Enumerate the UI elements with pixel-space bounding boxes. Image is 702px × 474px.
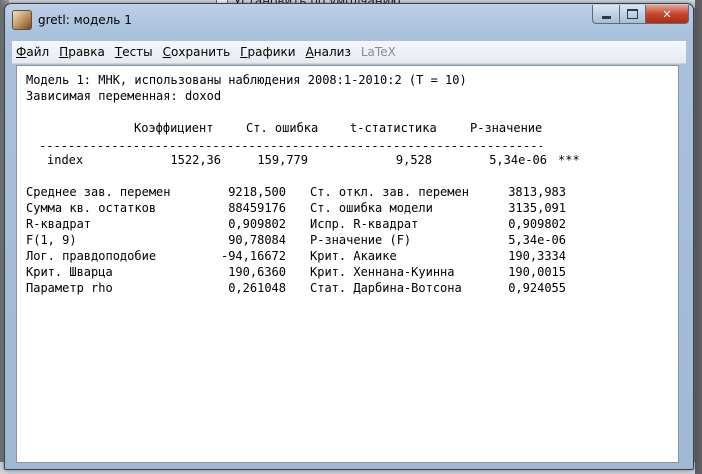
- coef-row-name: index: [47, 153, 84, 167]
- stat-label: Стат. Дарбина-Вотсона: [310, 281, 462, 295]
- minimize-icon: [601, 15, 611, 19]
- maximize-icon: [627, 9, 638, 19]
- window-title: gretl: модель 1: [38, 13, 132, 27]
- menu-analysis[interactable]: Анализ: [302, 45, 355, 59]
- menu-file[interactable]: Файл: [12, 45, 53, 59]
- col-header-p: P-значение: [470, 121, 543, 135]
- stat-value: 88459176: [228, 201, 286, 215]
- stat-value: 3813,983: [508, 185, 566, 199]
- stat-value: 190,6360: [228, 265, 286, 279]
- stat-value: 0,909802: [228, 217, 286, 231]
- title-bar[interactable]: gretl: модель 1 ✕: [5, 4, 693, 34]
- stat-value: 190,3334: [508, 249, 566, 263]
- stat-value: -94,16672: [220, 249, 286, 263]
- coef-row-stars: ***: [558, 153, 580, 167]
- menu-graphs[interactable]: Графики: [236, 45, 299, 59]
- coef-row-p: 5,34e-06: [489, 153, 547, 167]
- model-header: Модель 1: МНК, использованы наблюдения 2…: [26, 73, 467, 87]
- model-window: gretl: модель 1 ✕ Файл Правка Тесты Сохр…: [4, 3, 694, 470]
- close-icon: ✕: [662, 7, 672, 21]
- col-header-t: t-статистика: [350, 121, 437, 135]
- stat-label: Крит. Шварца: [26, 265, 113, 279]
- menu-save[interactable]: Сохранить: [159, 45, 235, 59]
- stat-label: Лог. правдоподобие: [26, 249, 157, 263]
- menu-edit[interactable]: Правка: [55, 45, 109, 59]
- stat-label: F(1, 9): [26, 233, 77, 247]
- stat-value: 0,909802: [508, 217, 566, 231]
- stat-label: Ст. ошибка модели: [310, 201, 433, 215]
- stat-value: 0,924055: [508, 281, 566, 295]
- stat-label: Крит. Акаике: [310, 249, 397, 263]
- stat-label: R-квадрат: [26, 217, 92, 231]
- stat-value: 5,34e-06: [508, 233, 566, 247]
- minimize-button[interactable]: [592, 5, 620, 24]
- col-header-coef: Коэффициент: [134, 121, 214, 135]
- stat-value: 3135,091: [508, 201, 566, 215]
- model-output-text[interactable]: Модель 1: МНК, использованы наблюдения 2…: [16, 65, 679, 463]
- stat-label: Испр. R-квадрат: [310, 217, 419, 231]
- background-right-edge: [695, 0, 702, 474]
- stat-label: Ст. откл. зав. перемен: [310, 185, 469, 199]
- menu-tests[interactable]: Тесты: [111, 45, 157, 59]
- coef-row-se: 159,779: [257, 153, 308, 167]
- close-button[interactable]: ✕: [645, 5, 689, 24]
- stat-value: 190,0015: [508, 265, 566, 279]
- stat-value: 90,78084: [228, 233, 286, 247]
- dependent-variable: Зависимая переменная: doxod: [26, 89, 222, 103]
- menu-latex[interactable]: LaTeX: [357, 45, 400, 59]
- stat-label: Параметр rho: [26, 281, 113, 295]
- col-header-se: Ст. ошибка: [246, 121, 319, 135]
- stat-value: 9218,500: [228, 185, 286, 199]
- stat-label: Р-значение (F): [310, 233, 412, 247]
- maximize-button[interactable]: [619, 5, 646, 24]
- coef-row-coef: 1522,36: [170, 153, 221, 167]
- stat-label: Сумма кв. остатков: [26, 201, 157, 215]
- stat-value: 0,261048: [228, 281, 286, 295]
- menu-bar: Файл Правка Тесты Сохранить Графики Анал…: [12, 41, 686, 64]
- coef-row-t: 9,528: [395, 153, 432, 167]
- stat-label: Крит. Хеннана-Куинна: [310, 265, 455, 279]
- stat-label: Среднее зав. перемен: [26, 185, 171, 199]
- gretl-app-icon[interactable]: [12, 10, 32, 30]
